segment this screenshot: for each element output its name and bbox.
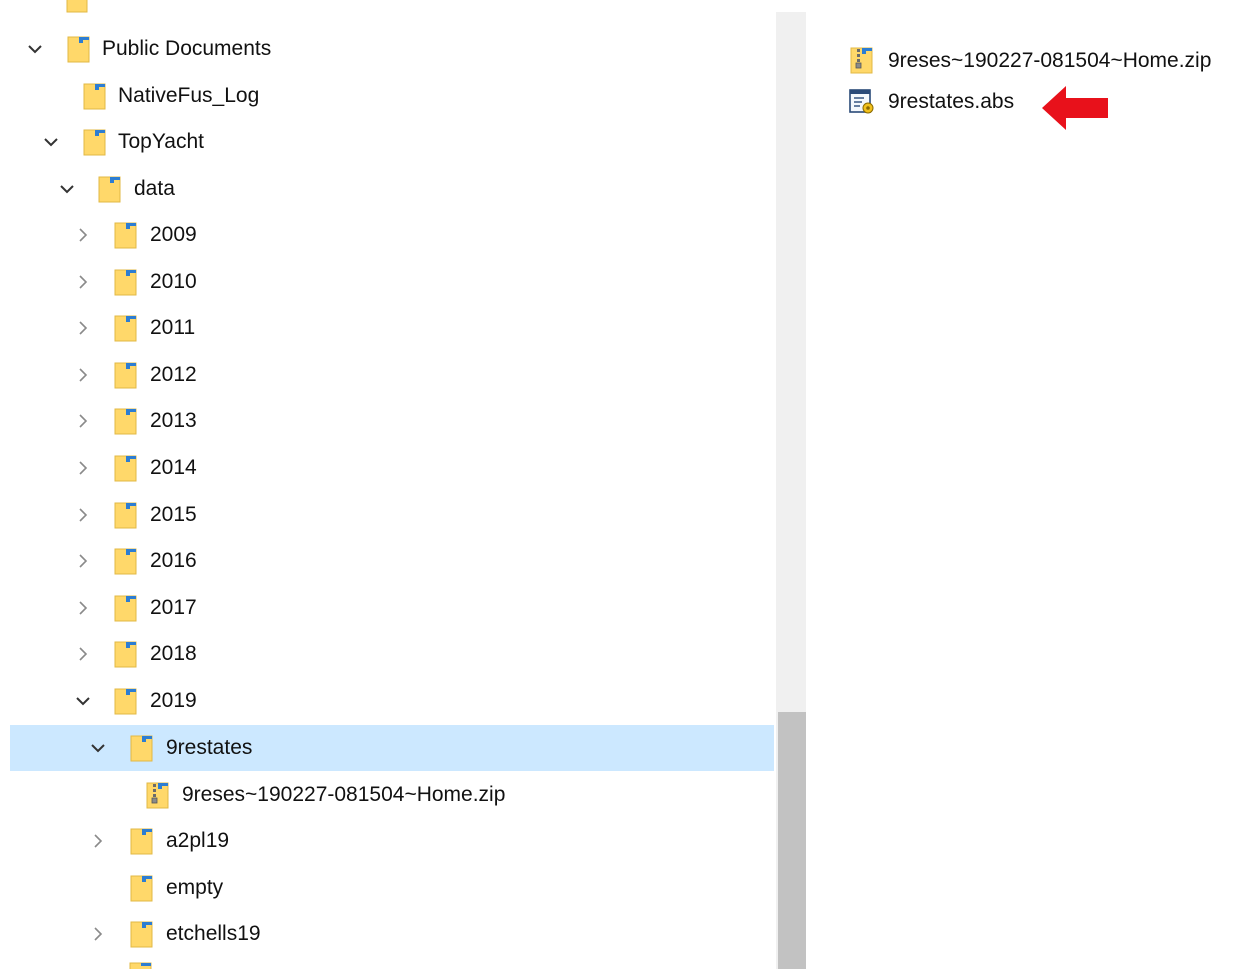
tree-item-topyacht[interactable]: TopYacht	[10, 119, 774, 165]
folder-icon	[113, 548, 139, 575]
tree-item-nativefus-log[interactable]: NativeFus_Log	[10, 73, 774, 119]
folder-icon	[97, 176, 123, 203]
chevron-right-icon[interactable]	[73, 410, 93, 432]
tree-item-empty[interactable]: empty	[10, 865, 774, 911]
tree-item-label: 2016	[150, 549, 197, 572]
chevron-right-icon[interactable]	[73, 224, 93, 246]
tree-item-2018[interactable]: 2018	[10, 631, 774, 677]
tree-item-a2pl19[interactable]: a2pl19	[10, 818, 774, 864]
tree-item-label: 9reses~190227-081504~Home.zip	[182, 783, 506, 806]
chevron-down-icon[interactable]	[57, 178, 77, 200]
navigation-tree: Public Documents NativeFus_Log TopYacht	[0, 0, 776, 969]
tree-item-2017[interactable]: 2017	[10, 585, 774, 631]
chevron-down-icon[interactable]	[25, 38, 45, 60]
tree-item-etchells19[interactable]: etchells19	[10, 911, 774, 957]
tree-item-home-zip[interactable]: 9reses~190227-081504~Home.zip	[10, 772, 774, 818]
folder-icon	[129, 735, 155, 762]
folder-icon	[129, 828, 155, 855]
chevron-down-icon[interactable]	[73, 690, 93, 712]
zip-folder-icon	[849, 47, 875, 74]
tree-item-label: 2013	[150, 409, 197, 432]
tree-item-public-documents[interactable]: Public Documents	[10, 26, 774, 72]
scrollbar-top-gap	[776, 0, 806, 12]
tree-item-label: 9restates	[166, 736, 253, 759]
tree-item-label: 2017	[150, 596, 197, 619]
folder-icon	[113, 222, 139, 249]
tree-item-2011[interactable]: 2011	[10, 305, 774, 351]
red-arrow-icon	[1042, 86, 1108, 130]
tree-item-label: a2pl19	[166, 829, 230, 852]
chevron-right-icon[interactable]	[73, 597, 93, 619]
folder-icon	[113, 362, 139, 389]
chevron-right-icon[interactable]	[73, 504, 93, 526]
folder-icon	[113, 455, 139, 482]
folder-icon	[113, 688, 139, 715]
folder-icon	[128, 962, 154, 969]
scrollbar-thumb[interactable]	[778, 712, 806, 969]
tree-item-2012[interactable]: 2012	[10, 352, 774, 398]
tree-item-label: Public Documents	[102, 37, 272, 60]
file-item-label: 9reses~190227-081504~Home.zip	[888, 49, 1212, 72]
chevron-right-icon[interactable]	[73, 317, 93, 339]
tree-item-label: TopYacht	[118, 130, 204, 153]
chevron-right-icon[interactable]	[73, 271, 93, 293]
tree-item-2014[interactable]: 2014	[10, 445, 774, 491]
chevron-right-icon[interactable]	[88, 830, 108, 852]
file-list-pane: 9reses~190227-081504~Home.zip 9restates.…	[806, 0, 1241, 969]
tree-item-2015[interactable]: 2015	[10, 492, 774, 538]
abs-file-icon	[849, 88, 875, 115]
tree-item-9restates[interactable]: 9restates	[10, 725, 774, 771]
chevron-right-icon[interactable]	[73, 550, 93, 572]
tree-item-label: etchells19	[166, 922, 261, 945]
folder-icon	[66, 36, 92, 63]
chevron-right-icon[interactable]	[73, 643, 93, 665]
tree-item-label: NativeFus_Log	[118, 84, 260, 107]
tree-item-label: 2010	[150, 270, 197, 293]
zip-folder-icon	[145, 782, 171, 809]
tree-item-2010[interactable]: 2010	[10, 259, 774, 305]
folder-icon	[113, 641, 139, 668]
tree-item-label: 2019	[150, 689, 197, 712]
tree-item-2019[interactable]: 2019	[10, 678, 774, 724]
file-item-home-zip[interactable]: 9reses~190227-081504~Home.zip	[849, 44, 1241, 78]
tree-item-label: 2015	[150, 503, 197, 526]
tree-item-2013[interactable]: 2013	[10, 398, 774, 444]
tree-item-label: 2009	[150, 223, 197, 246]
file-item-label: 9restates.abs	[888, 90, 1015, 113]
folder-icon	[82, 83, 108, 110]
tree-item-label: 2012	[150, 363, 197, 386]
folder-icon	[113, 595, 139, 622]
tree-item-label: data	[134, 177, 175, 200]
tree-item-label: 2011	[150, 316, 196, 339]
chevron-right-icon[interactable]	[73, 364, 93, 386]
chevron-right-icon[interactable]	[88, 923, 108, 945]
tree-item-data[interactable]: data	[10, 166, 774, 212]
tree-item-label: 2018	[150, 642, 197, 665]
tree-item-label: empty	[166, 876, 224, 899]
chevron-down-icon[interactable]	[41, 131, 61, 153]
folder-icon	[129, 875, 155, 902]
folder-icon	[82, 129, 108, 156]
folder-icon	[113, 269, 139, 296]
folder-icon	[113, 315, 139, 342]
tree-item-2009[interactable]: 2009	[10, 212, 774, 258]
folder-icon	[113, 502, 139, 529]
chevron-down-icon[interactable]	[88, 737, 108, 759]
folder-icon	[66, 0, 88, 18]
chevron-right-icon[interactable]	[73, 457, 93, 479]
folder-icon	[113, 408, 139, 435]
tree-item-label: 2014	[150, 456, 197, 479]
tree-scrollbar[interactable]	[776, 0, 806, 969]
tree-item-2016[interactable]: 2016	[10, 538, 774, 584]
folder-icon	[129, 921, 155, 948]
